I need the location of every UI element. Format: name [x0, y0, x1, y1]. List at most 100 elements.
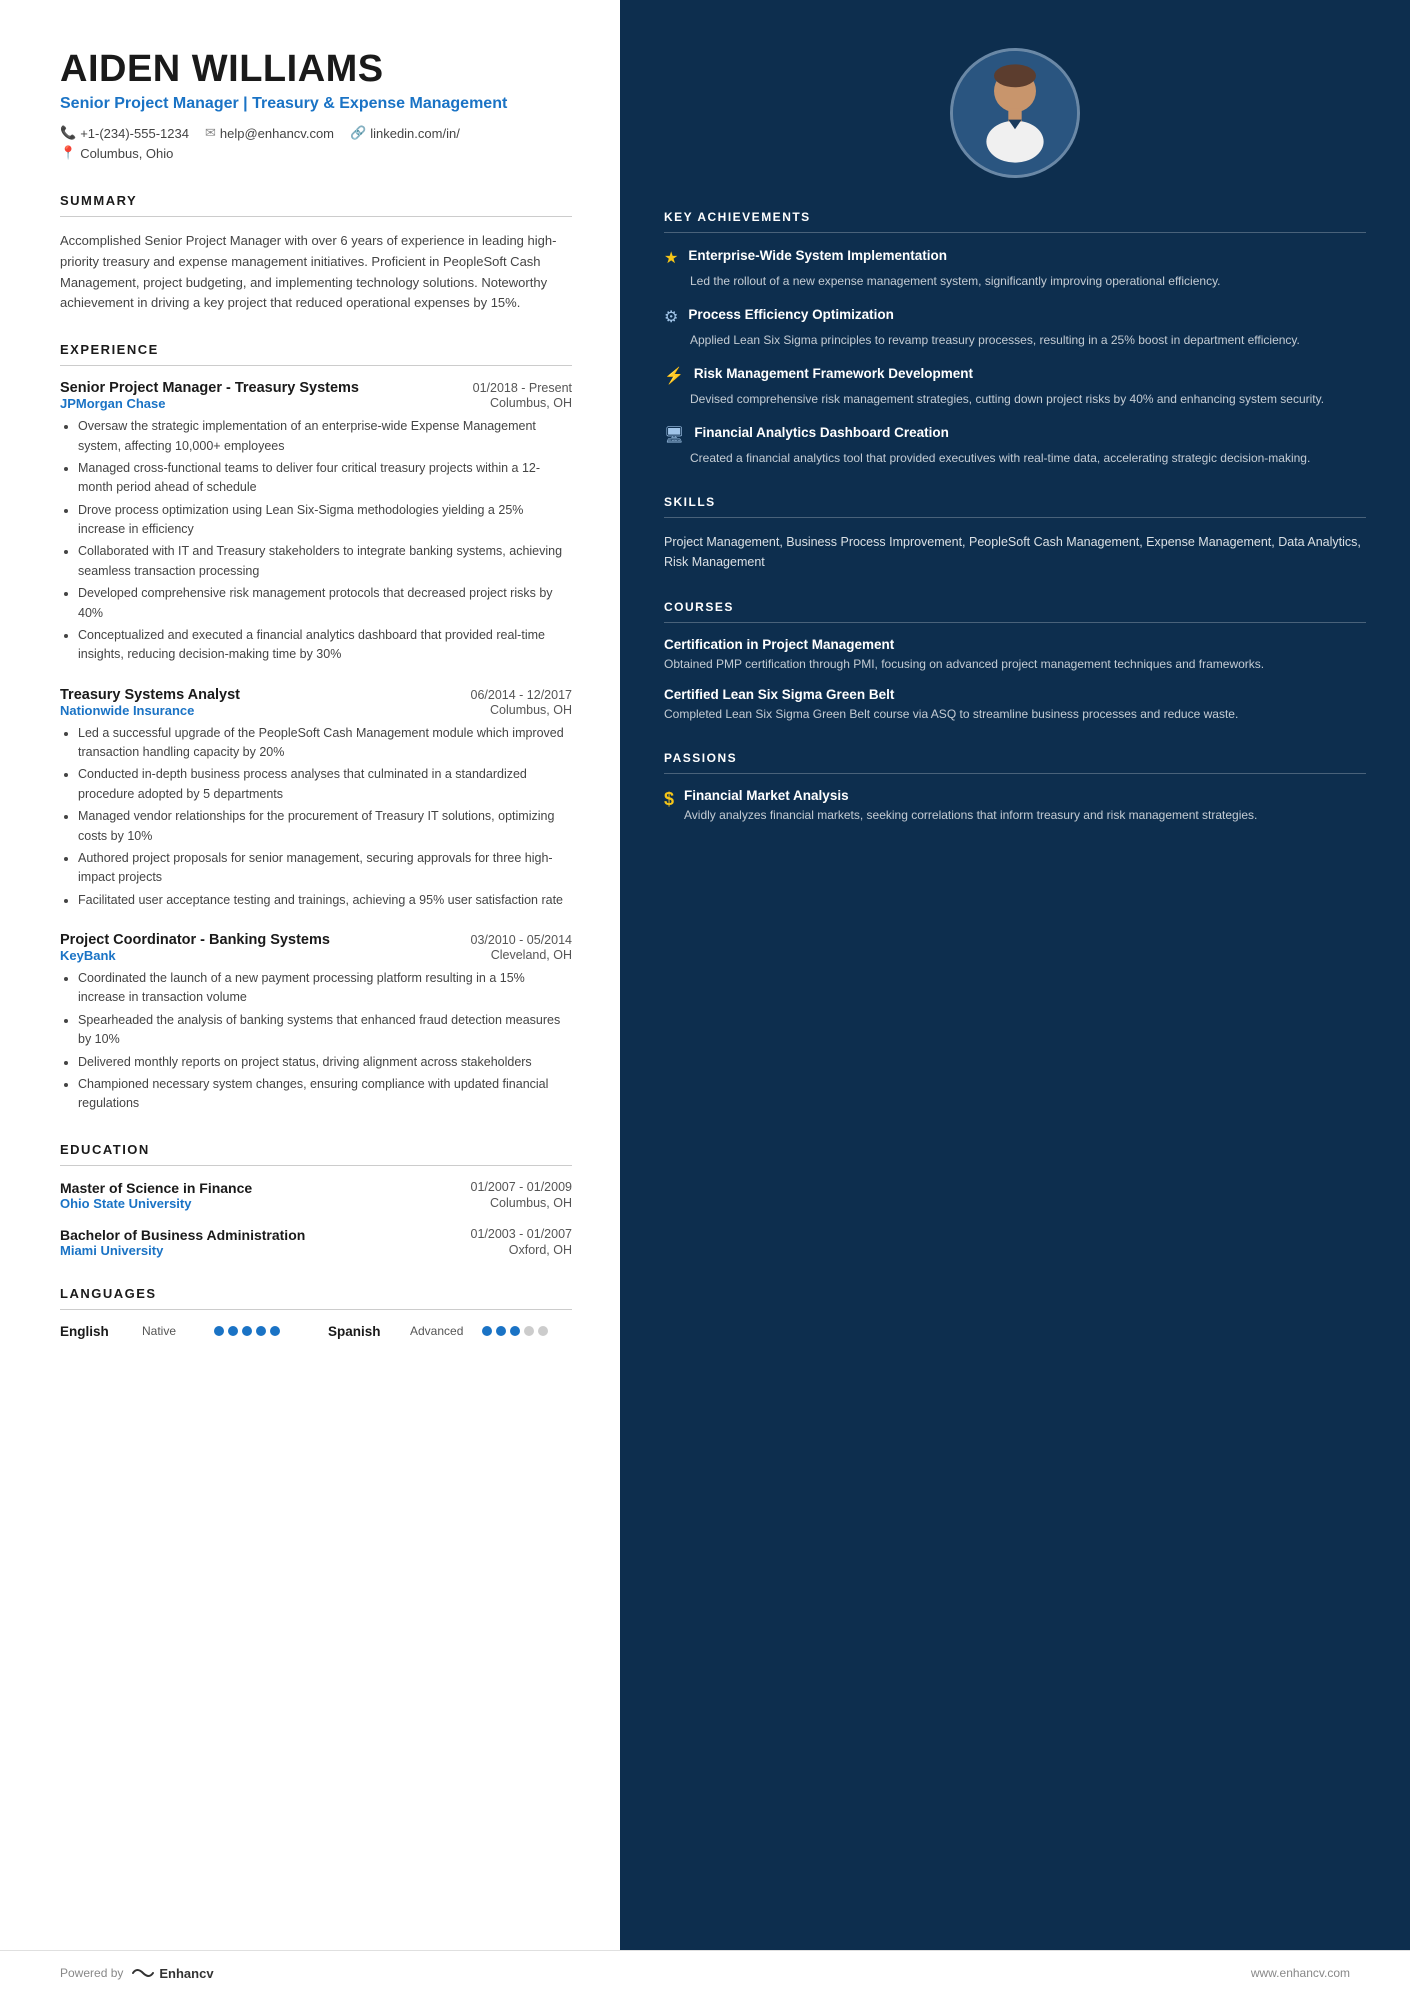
key-achievements-title: KEY ACHIEVEMENTS [664, 210, 1366, 224]
footer-left: Powered by Enhancv [60, 1965, 214, 1981]
dot [228, 1326, 238, 1336]
bullet-item: Drove process optimization using Lean Si… [78, 501, 572, 540]
course-desc-2: Completed Lean Six Sigma Green Belt cour… [664, 705, 1366, 723]
bullet-item: Delivered monthly reports on project sta… [78, 1053, 572, 1072]
linkedin-url: linkedin.com/in/ [370, 126, 460, 141]
achievement-desc-3: Devised comprehensive risk management st… [690, 390, 1366, 408]
edu-school-line-1: Ohio State University Columbus, OH [60, 1196, 572, 1211]
education-divider [60, 1165, 572, 1166]
edu-dates-1: 01/2007 - 01/2009 [471, 1180, 572, 1196]
edu-school-line-2: Miami University Oxford, OH [60, 1243, 572, 1258]
achievement-item-3: ⚡ Risk Management Framework Development … [664, 365, 1366, 408]
exp-bullets-1: Oversaw the strategic implementation of … [60, 417, 572, 665]
education-section: EDUCATION Master of Science in Finance 0… [60, 1142, 572, 1258]
experience-title: EXPERIENCE [60, 342, 572, 357]
email-address: help@enhancv.com [220, 126, 334, 141]
linkedin-contact: 🔗 linkedin.com/in/ [350, 125, 460, 141]
candidate-name: AIDEN WILLIAMS [60, 48, 572, 91]
languages-row: English Native Spanish Advanced [60, 1324, 572, 1339]
exp-dates-3: 03/2010 - 05/2014 [471, 933, 572, 947]
bullet-item: Managed vendor relationships for the pro… [78, 807, 572, 846]
dot [482, 1326, 492, 1336]
edu-degree-1: Master of Science in Finance [60, 1180, 252, 1196]
footer-right: www.enhancv.com [1251, 1966, 1350, 1980]
contact-line: 📞 +1-(234)-555-1234 ✉ help@enhancv.com 🔗… [60, 125, 572, 141]
bullet-item: Coordinated the launch of a new payment … [78, 969, 572, 1008]
lang-item-english: English Native [60, 1324, 280, 1339]
languages-section: LANGUAGES English Native [60, 1286, 572, 1339]
resume-header: AIDEN WILLIAMS Senior Project Manager | … [60, 48, 572, 161]
bullet-item: Authored project proposals for senior ma… [78, 849, 572, 888]
exp-location-2: Columbus, OH [490, 703, 572, 718]
email-contact: ✉ help@enhancv.com [205, 125, 334, 141]
phone-icon: 📞 [60, 125, 76, 141]
education-title: EDUCATION [60, 1142, 572, 1157]
edu-header-2: Bachelor of Business Administration 01/2… [60, 1227, 572, 1243]
dot [256, 1326, 266, 1336]
achievement-desc-4: Created a financial analytics tool that … [690, 449, 1366, 467]
achievement-title-4: Financial Analytics Dashboard Creation [694, 424, 949, 442]
skills-text: Project Management, Business Process Imp… [664, 532, 1366, 572]
edu-school-1: Ohio State University [60, 1196, 191, 1211]
exp-title-3: Project Coordinator - Banking Systems [60, 932, 330, 948]
bullet-item: Conducted in-depth business process anal… [78, 765, 572, 804]
powered-by-text: Powered by [60, 1966, 123, 1980]
passions-section: PASSIONS $ Financial Market Analysis Avi… [664, 751, 1366, 824]
achievement-header-2: ⚙ Process Efficiency Optimization [664, 306, 1366, 327]
bullet-item: Spearheaded the analysis of banking syst… [78, 1011, 572, 1050]
exp-title-1: Senior Project Manager - Treasury System… [60, 380, 359, 396]
dot [538, 1326, 548, 1336]
languages-divider [60, 1309, 572, 1310]
passions-divider [664, 773, 1366, 774]
linkedin-icon: 🔗 [350, 125, 366, 141]
phone-number: +1-(234)-555-1234 [80, 126, 189, 141]
exp-dates-1: 01/2018 - Present [473, 381, 572, 395]
exp-bullets-3: Coordinated the launch of a new payment … [60, 969, 572, 1114]
bullet-item: Facilitated user acceptance testing and … [78, 891, 572, 910]
exp-header-2: Treasury Systems Analyst 06/2014 - 12/20… [60, 687, 572, 703]
passions-title: PASSIONS [664, 751, 1366, 765]
lang-name-spanish: Spanish [328, 1324, 398, 1339]
enhancv-logo-icon [131, 1965, 155, 1981]
exp-company-line-2: Nationwide Insurance Columbus, OH [60, 703, 572, 718]
lang-name-english: English [60, 1324, 130, 1339]
brand-name: Enhancv [159, 1966, 213, 1981]
experience-section: EXPERIENCE Senior Project Manager - Trea… [60, 342, 572, 1114]
exp-dates-2: 06/2014 - 12/2017 [471, 688, 572, 702]
exp-location-3: Cleveland, OH [491, 948, 572, 963]
lang-item-spanish: Spanish Advanced [328, 1324, 548, 1339]
edu-entry-2: Bachelor of Business Administration 01/2… [60, 1227, 572, 1258]
exp-bullets-2: Led a successful upgrade of the PeopleSo… [60, 724, 572, 910]
bullet-item: Developed comprehensive risk management … [78, 584, 572, 623]
avatar-container [664, 48, 1366, 178]
edu-dates-2: 01/2003 - 01/2007 [471, 1227, 572, 1243]
exp-company-3: KeyBank [60, 948, 116, 963]
edu-location-1: Columbus, OH [490, 1196, 572, 1211]
course-title-1: Certification in Project Management [664, 637, 1366, 652]
achievement-title-3: Risk Management Framework Development [694, 365, 973, 383]
edu-location-2: Oxford, OH [509, 1243, 572, 1258]
achievement-header-4: 🖥 Financial Analytics Dashboard Creation [664, 424, 1366, 445]
email-icon: ✉ [205, 125, 216, 141]
dot [510, 1326, 520, 1336]
enhancv-logo: Enhancv [131, 1965, 213, 1981]
achievement-desc-2: Applied Lean Six Sigma principles to rev… [690, 331, 1366, 349]
star-icon: ★ [664, 248, 678, 268]
exp-company-1: JPMorgan Chase [60, 396, 165, 411]
lightning-icon: ⚡ [664, 366, 684, 386]
languages-title: LANGUAGES [60, 1286, 572, 1301]
exp-entry-2: Treasury Systems Analyst 06/2014 - 12/20… [60, 687, 572, 910]
exp-company-line-1: JPMorgan Chase Columbus, OH [60, 396, 572, 411]
exp-header-1: Senior Project Manager - Treasury System… [60, 380, 572, 396]
achievement-title-2: Process Efficiency Optimization [688, 306, 894, 324]
location-text: Columbus, Ohio [80, 146, 173, 161]
exp-entry-3: Project Coordinator - Banking Systems 03… [60, 932, 572, 1114]
achievement-item-4: 🖥 Financial Analytics Dashboard Creation… [664, 424, 1366, 467]
key-achievements-section: KEY ACHIEVEMENTS ★ Enterprise-Wide Syste… [664, 210, 1366, 467]
footer-website: www.enhancv.com [1251, 1966, 1350, 1980]
monitor-icon: 🖥 [664, 425, 684, 445]
passion-content-1: Financial Market Analysis Avidly analyze… [684, 788, 1257, 824]
lang-dots-english [214, 1326, 280, 1336]
course-item-1: Certification in Project Management Obta… [664, 637, 1366, 673]
course-item-2: Certified Lean Six Sigma Green Belt Comp… [664, 687, 1366, 723]
